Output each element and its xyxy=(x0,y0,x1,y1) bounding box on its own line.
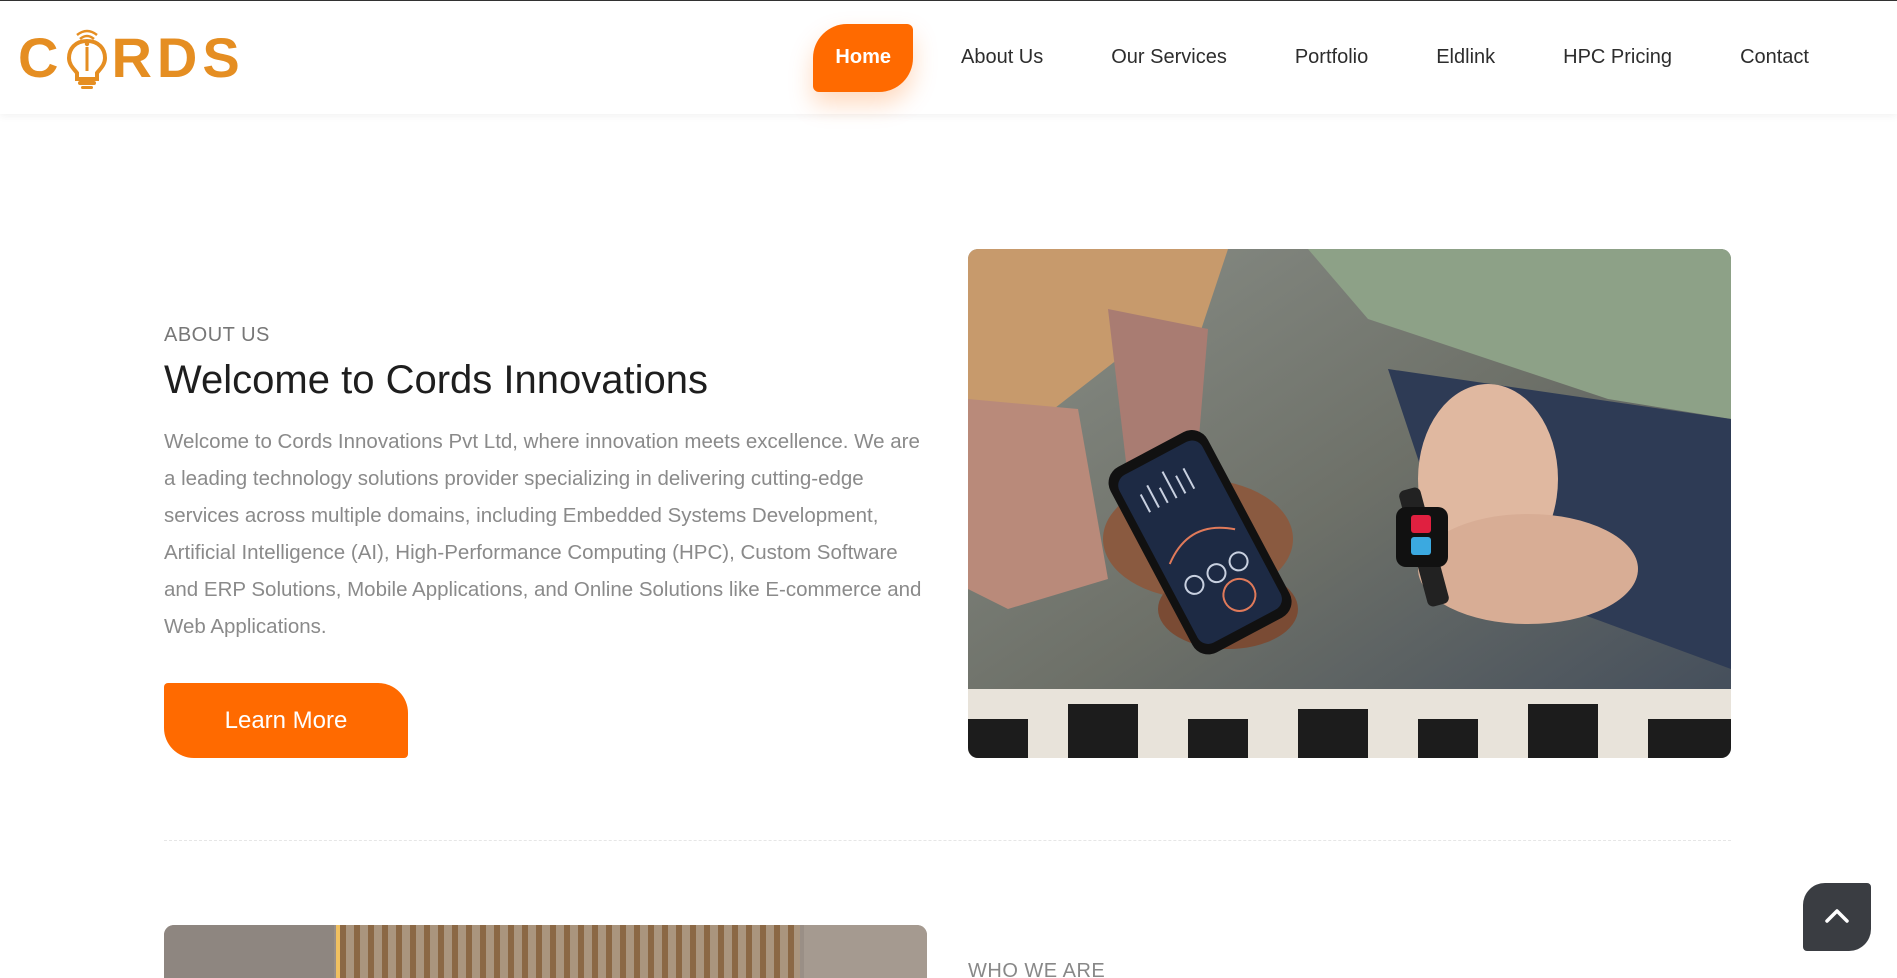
main-nav: Home About Us Our Services Portfolio Eld… xyxy=(813,1,1843,114)
lightbulb-icon xyxy=(65,27,109,89)
logo-letter-c: C xyxy=(18,25,64,89)
who-we-are-eyebrow: WHO WE ARE xyxy=(968,960,1106,978)
learn-more-button[interactable]: Learn More xyxy=(164,683,408,758)
team-image xyxy=(164,925,927,978)
site-logo[interactable]: C RDS xyxy=(18,27,245,89)
site-header: C RDS Home About Us Our Services Portfol… xyxy=(0,1,1897,114)
section-divider xyxy=(164,840,1731,841)
page-title: Welcome to Cords Innovations xyxy=(164,358,708,402)
chevron-up-icon xyxy=(1824,906,1850,929)
nav-item-eldlink[interactable]: Eldlink xyxy=(1402,24,1529,92)
nav-item-about-us[interactable]: About Us xyxy=(927,24,1077,92)
nav-item-contact[interactable]: Contact xyxy=(1706,24,1843,92)
logo-letters-rds: RDS xyxy=(111,25,245,89)
nav-item-home[interactable]: Home xyxy=(813,23,913,92)
about-section: ABOUT US Welcome to Cords Innovations We… xyxy=(164,248,921,758)
hero-image-smartwatch-app xyxy=(968,249,1731,758)
about-description: Welcome to Cords Innovations Pvt Ltd, wh… xyxy=(164,430,922,638)
section-eyebrow: ABOUT US xyxy=(164,324,270,346)
scroll-to-top-button[interactable] xyxy=(1803,883,1871,951)
nav-item-hpc-pricing[interactable]: HPC Pricing xyxy=(1529,24,1706,92)
nav-item-our-services[interactable]: Our Services xyxy=(1077,24,1261,92)
nav-item-portfolio[interactable]: Portfolio xyxy=(1261,24,1402,92)
